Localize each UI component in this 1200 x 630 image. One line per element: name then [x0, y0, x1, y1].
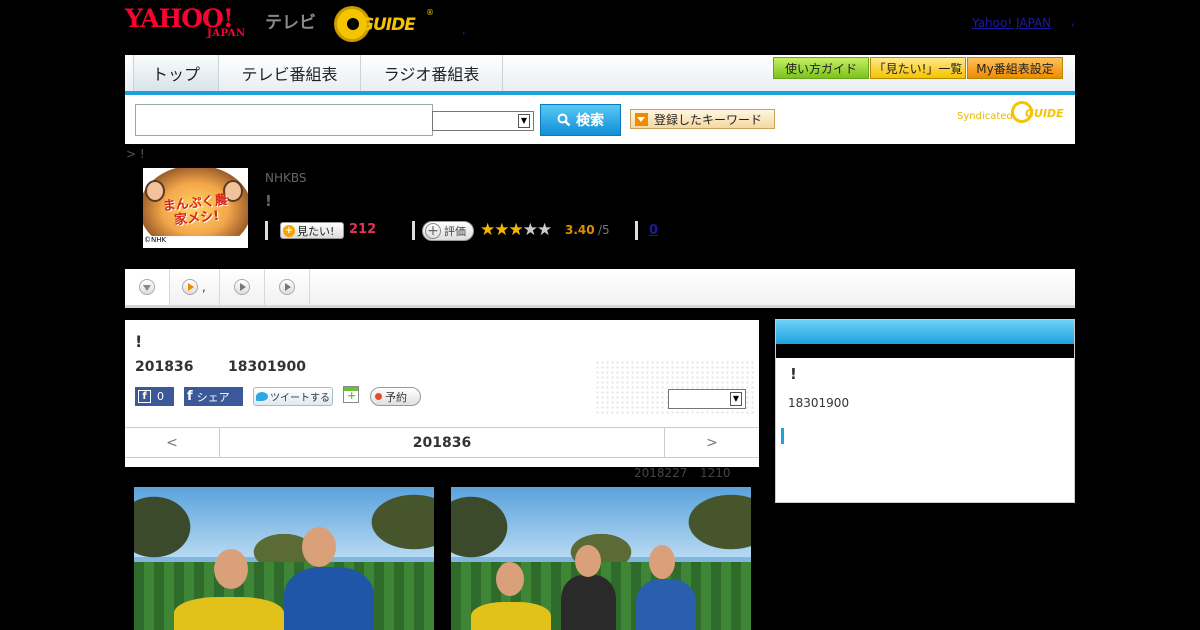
channel-name: NHKBS — [265, 171, 307, 185]
mitai-button-label: 見たい! — [297, 224, 335, 238]
rating-max: /5 — [598, 223, 610, 237]
star-icon: ★ — [522, 220, 538, 240]
header-separator: , — [1071, 14, 1075, 28]
gguide-logo[interactable]: GUIDE ® — [334, 6, 434, 42]
date-navigation: < 201836 > — [125, 427, 759, 458]
updated-time: 1210 — [700, 466, 731, 480]
tab-other[interactable] — [265, 269, 310, 305]
side-panel: ! 18301900 — [775, 319, 1075, 503]
next-date-button[interactable]: > — [664, 428, 759, 457]
review-count-link[interactable]: 0 — [649, 223, 658, 238]
tweet-label: ツイートする — [270, 393, 330, 404]
search-bar: ▼ 検索 登録したキーワード Syndicated GUIDE — [125, 95, 1075, 144]
like-count: 0 — [157, 390, 164, 403]
nav-tab-radio-schedule[interactable]: ラジオ番組表 — [361, 55, 503, 91]
play-icon — [279, 279, 295, 295]
play-icon — [234, 279, 250, 295]
search-button-label: 検索 — [576, 113, 604, 129]
dropdown-arrow-icon — [635, 112, 648, 126]
header-separator: , — [462, 22, 466, 36]
syndicated-label: Syndicated — [957, 111, 1013, 122]
tv-logo-label: テレビ — [265, 13, 316, 33]
star-icon: ★ — [494, 220, 509, 240]
syndicated-gguide-logo: GUIDE — [1011, 101, 1067, 125]
detail-title: ! — [135, 332, 143, 351]
broadcast-date: 201836 — [135, 359, 194, 375]
tweet-button[interactable]: ツイートする — [253, 387, 333, 406]
tab-program-detail[interactable] — [125, 269, 170, 305]
side-panel-accent-bar — [781, 428, 784, 444]
detail-select[interactable]: ▼ — [668, 389, 746, 409]
program-title: ! — [265, 192, 272, 210]
yahoo-japan-logo[interactable]: YAHOO! JAPAN — [125, 6, 261, 42]
broadcast-time: 18301900 — [228, 359, 306, 375]
rating-value: 3.40 — [565, 223, 595, 237]
chevron-down-icon — [139, 279, 155, 295]
program-tab-strip: , — [125, 269, 1075, 308]
chevron-down-icon: ▼ — [730, 392, 742, 406]
main-nav: トップ テレビ番組表 ラジオ番組表 使い方ガイド 「見たい!」一覧 My番組表設… — [125, 55, 1075, 95]
rate-button[interactable]: + 評価 — [422, 221, 474, 241]
mitai-list-button[interactable]: 「見たい!」一覧 — [870, 57, 966, 79]
syndicated-logo-text: GUIDE — [1025, 107, 1064, 120]
side-panel-title: ! — [790, 365, 797, 383]
thumbnail-title: まんぷく農家メシ! — [162, 192, 229, 229]
thumbnail-credit: ©NHK — [144, 236, 167, 244]
facebook-share-button[interactable]: f シェア — [184, 387, 243, 406]
yahoo-japan-link[interactable]: Yahoo! JAPAN — [972, 16, 1051, 30]
usage-guide-button[interactable]: 使い方ガイド — [773, 57, 869, 79]
plus-icon: + — [425, 223, 441, 239]
search-button[interactable]: 検索 — [540, 104, 621, 136]
play-icon — [182, 279, 198, 295]
search-category-select[interactable]: ▼ — [432, 111, 534, 131]
gguide-logo-text: GUIDE — [360, 15, 416, 35]
divider — [635, 221, 638, 240]
share-label: シェア — [196, 390, 230, 404]
nav-tab-top[interactable]: トップ — [133, 55, 219, 91]
search-input[interactable] — [135, 104, 433, 136]
tab-related-label: , — [202, 280, 206, 294]
star-icon: ★ — [537, 220, 552, 240]
side-panel-band — [776, 344, 1074, 358]
reserve-button[interactable]: 予約 — [370, 387, 421, 406]
tab-reviews[interactable] — [220, 269, 265, 305]
reserve-label: 予約 — [385, 390, 407, 404]
thumbnail-artwork: まんぷく農家メシ! — [143, 168, 248, 236]
program-thumbnail: まんぷく農家メシ! ©NHK — [143, 168, 248, 248]
japan-logo-text: JAPAN — [207, 28, 246, 39]
tab-related[interactable]: , — [170, 269, 220, 305]
facebook-icon: f — [187, 389, 193, 404]
mitai-button[interactable]: + 見たい! — [280, 222, 344, 239]
chevron-down-icon: ▼ — [518, 114, 530, 128]
program-photo — [134, 487, 434, 630]
record-dot-icon — [375, 393, 382, 400]
side-panel-header — [776, 320, 1074, 344]
side-panel-time: 18301900 — [788, 396, 850, 410]
updated-date: 2018227 — [634, 466, 688, 480]
mitai-count: 212 — [349, 222, 377, 237]
my-schedule-settings-button[interactable]: My番組表設定 — [967, 57, 1063, 79]
prev-date-button[interactable]: < — [125, 428, 220, 457]
plus-icon: + — [283, 224, 295, 237]
nav-tab-tv-schedule[interactable]: テレビ番組表 — [219, 55, 361, 91]
calendar-add-icon[interactable] — [343, 386, 359, 403]
search-icon — [557, 113, 571, 127]
divider — [265, 221, 268, 240]
registered-keywords-label: 登録したキーワード — [654, 112, 763, 127]
gguide-registered-mark: ® — [426, 8, 434, 17]
facebook-icon: f — [138, 390, 151, 403]
program-photo — [451, 487, 751, 630]
divider — [412, 221, 415, 240]
star-icon: ★ — [508, 220, 524, 240]
registered-keywords-button[interactable]: 登録したキーワード — [630, 109, 775, 129]
rating-stars: ★★★★★ — [480, 220, 552, 240]
date-nav-label: 201836 — [412, 434, 472, 451]
rate-button-label: 評価 — [444, 225, 466, 238]
twitter-bird-icon — [256, 392, 268, 401]
star-icon: ★ — [480, 220, 495, 240]
facebook-like-button[interactable]: f 0 — [135, 387, 174, 406]
breadcrumb: > ! — [126, 147, 145, 161]
broadcast-detail-card: ! 201836 18301900 f 0 f シェア ツイートする 予約 ▼ … — [125, 320, 759, 467]
